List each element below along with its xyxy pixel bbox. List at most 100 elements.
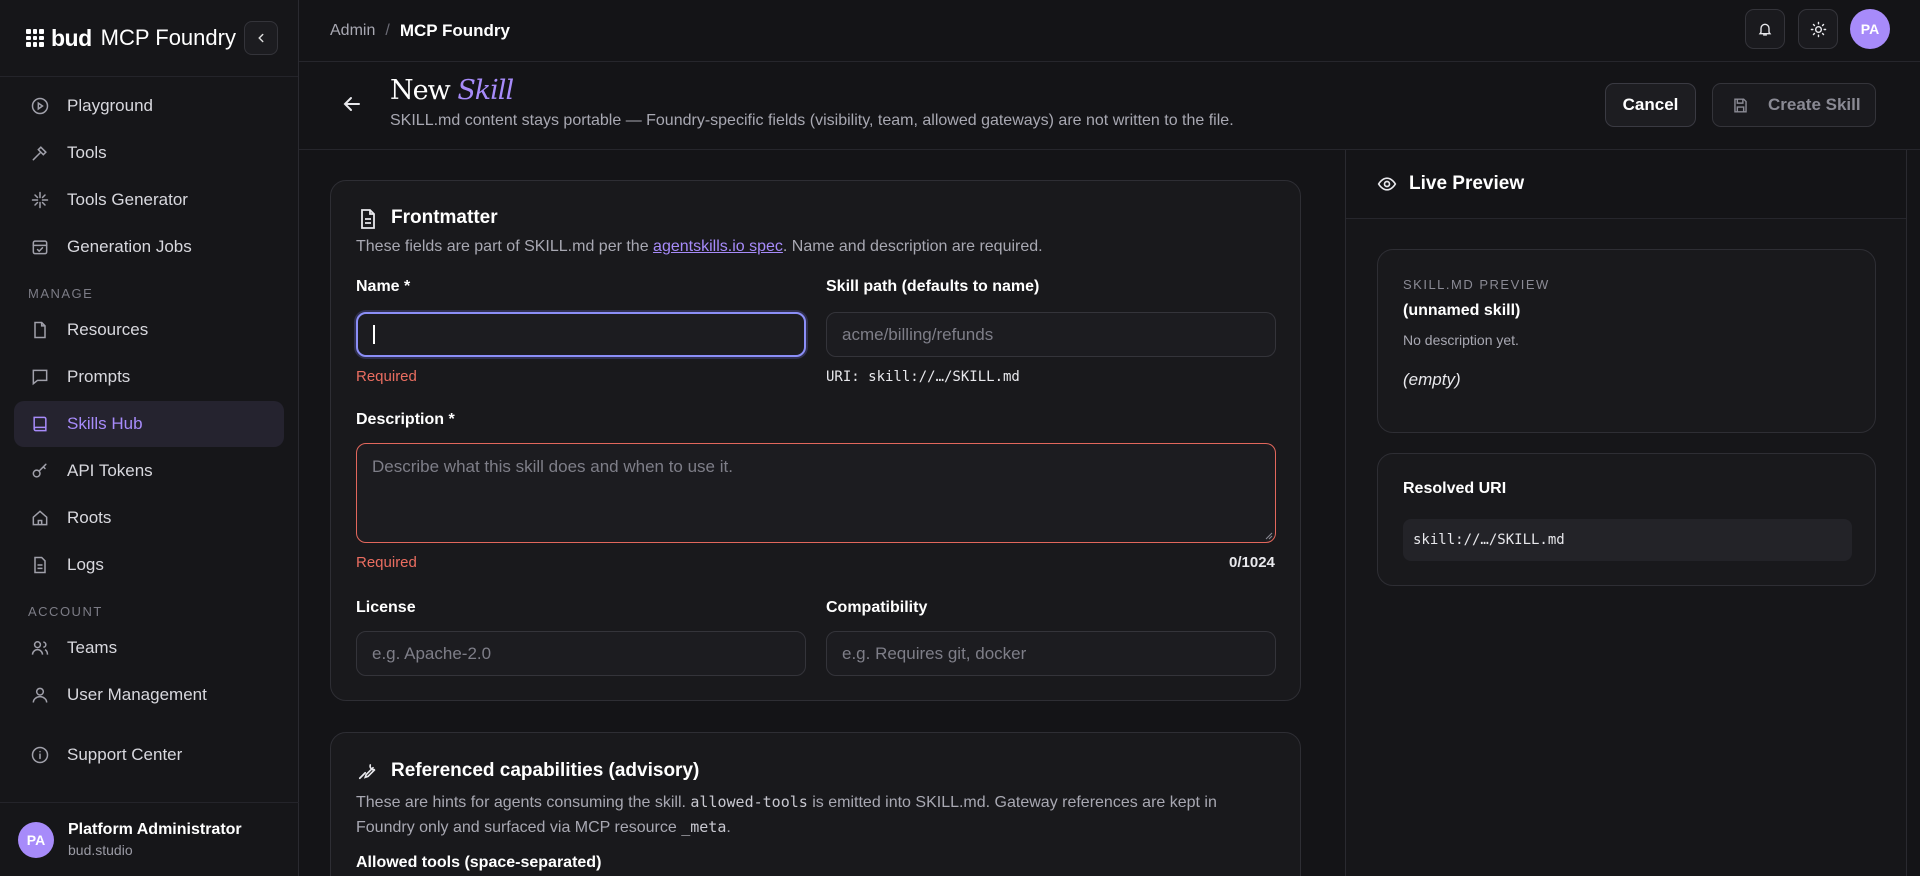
sidebar-item-label: Playground (67, 96, 154, 115)
page-title-plain: New (390, 75, 451, 106)
wrench-icon (358, 764, 376, 780)
eye-icon (1377, 177, 1397, 191)
breadcrumb: Admin / MCP Foundry (330, 21, 510, 41)
name-input[interactable] (356, 312, 806, 357)
resolved-uri-title: Resolved URI (1403, 480, 1507, 497)
sidebar-item-label: API Tokens (67, 461, 153, 480)
breadcrumb-current: MCP Foundry (399, 20, 510, 40)
sidebar-item-roots[interactable]: Roots (14, 495, 284, 541)
text-caret (373, 325, 375, 344)
capabilities-desc-text-3: Foundry only and surfaced via MCP resour… (356, 819, 682, 836)
compatibility-label: Compatibility (826, 599, 928, 616)
bell-icon (1758, 23, 1772, 36)
sidebar-item-resources[interactable]: Resources (14, 307, 284, 353)
resolved-uri-card: Resolved URI skill://…/SKILL.md (1377, 453, 1876, 586)
back-arrow-icon[interactable] (340, 92, 364, 116)
license-label: License (356, 599, 416, 616)
frontmatter-desc-text: These fields are part of SKILL.md per th… (356, 238, 654, 255)
page-title-accent: Skill (457, 75, 514, 106)
sidebar-item-logs[interactable]: Logs (14, 542, 284, 588)
skill-path-label: Skill path (defaults to name) (826, 278, 1040, 295)
sidebar: bud MCP Foundry Playground Tools Tools G… (0, 0, 299, 876)
description-error: Required (356, 554, 417, 571)
live-preview-header: Live Preview (1346, 150, 1906, 219)
allowed-tools-code: allowed-tools (690, 793, 808, 811)
calendar-check-icon (32, 240, 48, 255)
page-header: New Skill SKILL.md content stays portabl… (299, 62, 1920, 150)
preview-skill-description: No description yet. (1403, 332, 1519, 348)
sidebar-item-prompts[interactable]: Prompts (14, 354, 284, 400)
capabilities-desc-text-4: . (726, 819, 731, 836)
wrench-icon (32, 146, 47, 161)
skill-preview-card: SKILL.MD PREVIEW (unnamed skill) No desc… (1377, 249, 1876, 433)
sidebar-item-api-tokens[interactable]: API Tokens (14, 448, 284, 494)
sidebar-item-label: Support Center (67, 745, 183, 764)
sidebar-item-label: User Management (67, 685, 207, 704)
user-avatar-button[interactable]: PA (1850, 9, 1890, 49)
license-input[interactable]: e.g. Apache-2.0 (356, 631, 806, 676)
skill-path-input[interactable]: acme/billing/refunds (826, 312, 1276, 357)
sidebar-item-label: Teams (67, 638, 118, 657)
sidebar-item-tools[interactable]: Tools (14, 130, 284, 176)
bud-logo-icon (26, 29, 44, 47)
sun-icon (1810, 21, 1826, 37)
live-preview-panel: Live Preview SKILL.MD PREVIEW (unnamed s… (1345, 150, 1907, 876)
cancel-button[interactable]: Cancel (1605, 83, 1696, 127)
save-icon (1734, 97, 1747, 113)
preview-body: (empty) (1403, 370, 1461, 389)
sidebar-item-skills-hub[interactable]: Skills Hub (14, 401, 284, 447)
sidebar-item-generation-jobs[interactable]: Generation Jobs (14, 224, 284, 270)
agentskills-spec-link[interactable]: agentskills.io spec (653, 238, 783, 255)
document-icon (34, 556, 46, 574)
breadcrumb-admin[interactable]: Admin (330, 22, 375, 40)
description-label: Description * (356, 411, 455, 428)
brand-name: bud (51, 24, 92, 51)
sidebar-item-label: Roots (67, 508, 112, 527)
user-icon (32, 687, 48, 703)
resize-handle-icon[interactable] (1265, 532, 1273, 540)
sparkle-icon (31, 191, 49, 209)
sidebar-item-playground[interactable]: Playground (14, 83, 284, 129)
sidebar-item-label: Resources (67, 320, 149, 339)
breadcrumb-separator: / (385, 21, 390, 39)
capabilities-desc-text-2: is emitted into SKILL.md. Gateway refere… (807, 794, 1217, 811)
sidebar-item-label: Tools Generator (67, 190, 188, 209)
frontmatter-desc-text-end: . Name and description are required. (782, 238, 1043, 255)
description-char-counter: 0/1024 (1229, 554, 1275, 571)
play-circle-icon (31, 97, 49, 115)
theme-toggle-button[interactable] (1798, 9, 1838, 49)
book-icon (33, 416, 47, 432)
sidebar-item-label: Logs (67, 555, 104, 574)
sidebar-item-teams[interactable]: Teams (14, 625, 284, 671)
sidebar-user-card[interactable]: PA Platform Administrator bud.studio (0, 802, 299, 876)
user-org: bud.studio (68, 842, 133, 858)
sidebar-item-tools-generator[interactable]: Tools Generator (14, 177, 284, 223)
file-text-icon (361, 209, 375, 229)
section-label-account: ACCOUNT (28, 604, 103, 619)
topbar: Admin / MCP Foundry PA (299, 0, 1920, 62)
brand-logo: bud MCP Foundry (26, 25, 236, 52)
resolved-uri-value: skill://…/SKILL.md (1403, 519, 1852, 561)
sidebar-item-label: Tools (67, 143, 107, 162)
sidebar-item-support-center[interactable]: Support Center (14, 732, 284, 778)
live-preview-title: Live Preview (1409, 173, 1525, 194)
page-title: New Skill (390, 75, 514, 106)
create-skill-button[interactable]: Create Skill (1712, 83, 1876, 127)
uri-hint: URI: skill://…/SKILL.md (826, 369, 1020, 385)
home-icon (32, 510, 48, 526)
section-label-manage: MANAGE (28, 286, 94, 301)
chat-icon (32, 369, 48, 386)
chevron-left-icon (258, 33, 264, 43)
sidebar-item-label: Skills Hub (67, 414, 143, 433)
file-icon (34, 321, 46, 339)
sidebar-item-user-management[interactable]: User Management (14, 672, 284, 718)
sidebar-item-label: Prompts (67, 367, 131, 386)
capabilities-description: These are hints for agents consuming the… (356, 790, 1217, 840)
capabilities-desc-text-1: These are hints for agents consuming the… (356, 794, 691, 811)
compatibility-input[interactable]: e.g. Requires git, docker (826, 631, 1276, 676)
users-icon (31, 641, 49, 655)
collapse-sidebar-button[interactable] (244, 21, 278, 55)
notifications-button[interactable] (1745, 9, 1785, 49)
description-textarea[interactable]: Describe what this skill does and when t… (356, 443, 1276, 543)
frontmatter-card: Frontmatter These fields are part of SKI… (330, 180, 1301, 701)
